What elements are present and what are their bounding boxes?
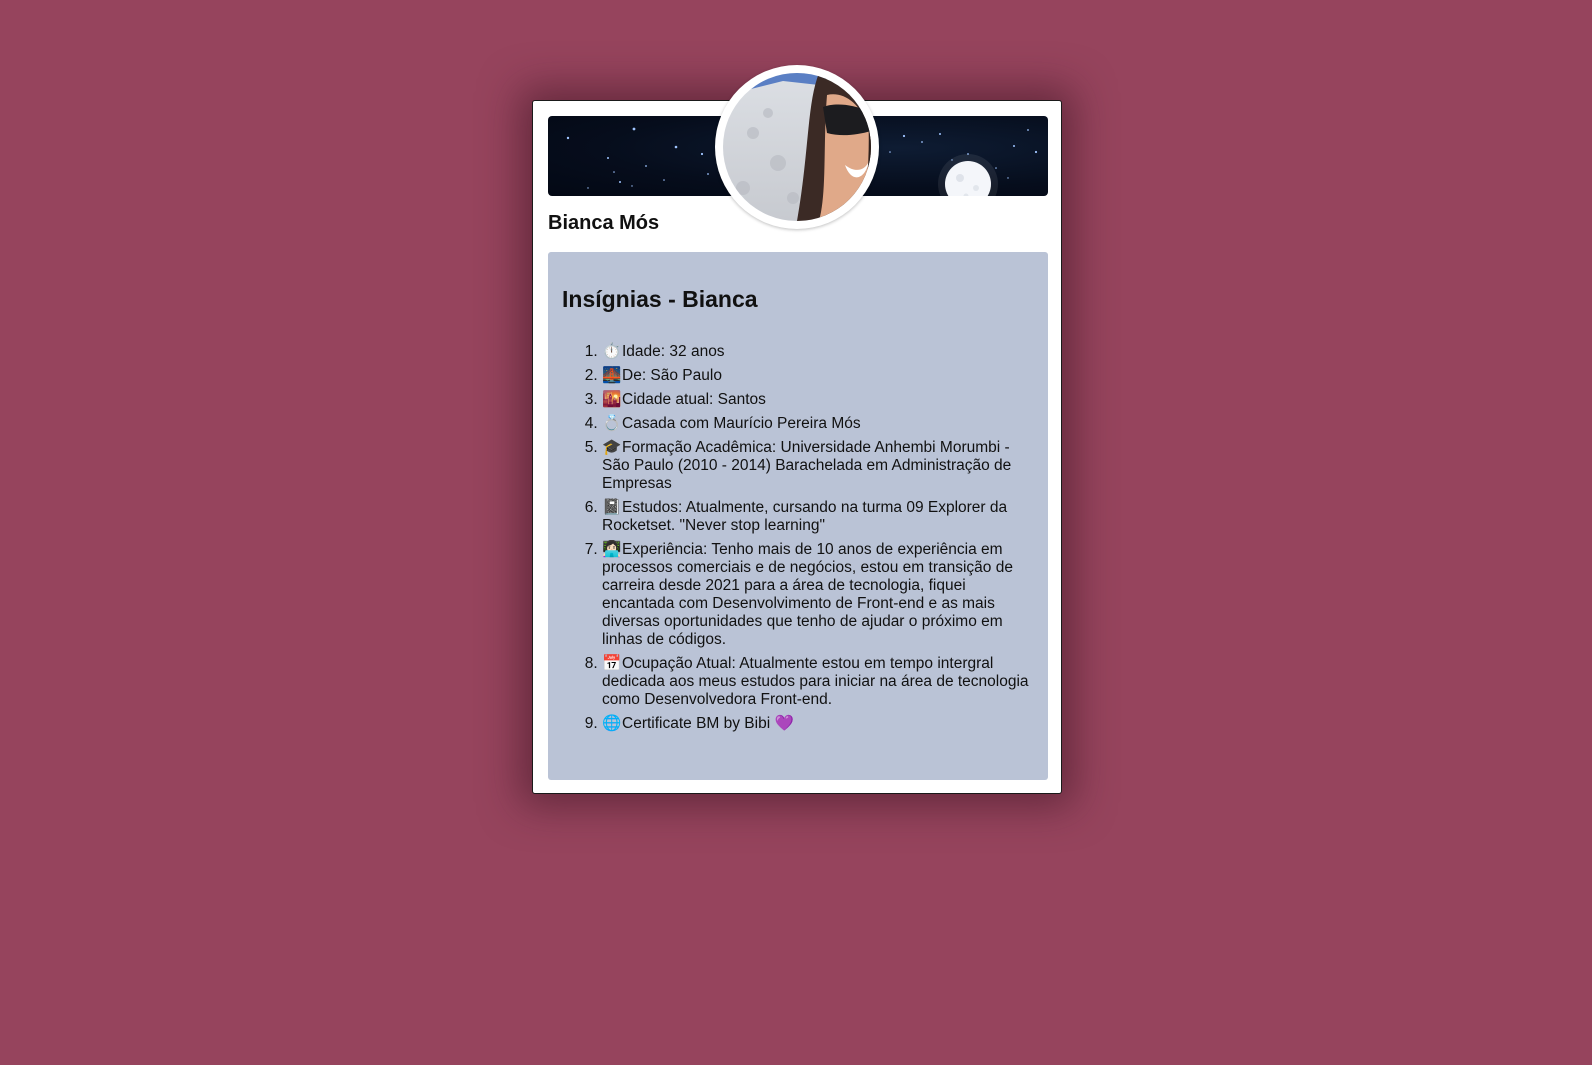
badge-item-education: 🎓Formação Acadêmica: Universidade Anhemb… <box>602 439 1034 493</box>
badge-text: Certificate BM by Bibi 💜 <box>622 715 794 732</box>
badge-item-occupation: 📅Ocupação Atual: Atualmente estou em tem… <box>602 655 1034 709</box>
badges-panel: Insígnias - Bianca ⏱️Idade: 32 anos 🌉De:… <box>548 252 1048 780</box>
badge-text: De: São Paulo <box>622 367 722 384</box>
badge-text: Idade: 32 anos <box>622 343 725 360</box>
badges-title: Insígnias - Bianca <box>562 286 758 312</box>
stopwatch-icon: ⏱️ <box>602 343 622 360</box>
graduation-cap-icon: 🎓 <box>602 439 622 456</box>
calendar-icon: 📅 <box>602 655 622 672</box>
profile-photo <box>723 73 871 221</box>
badge-text: Formação Acadêmica: Universidade Anhembi… <box>602 439 1012 492</box>
badge-item-married: 💍Casada com Maurício Pereira Mós <box>602 415 1034 433</box>
profile-card: Bianca Mós Insígnias - Bianca ⏱️Idade: 3… <box>532 65 1062 794</box>
badge-item-age: ⏱️Idade: 32 anos <box>602 343 1034 361</box>
badge-text: Ocupação Atual: Atualmente estou em temp… <box>602 655 1029 708</box>
badge-item-experience: 👩🏻‍💻Experiência: Tenho mais de 10 anos d… <box>602 541 1034 649</box>
badge-text: Casada com Maurício Pereira Mós <box>622 415 861 432</box>
badge-item-current-city: 🌇Cidade atual: Santos <box>602 391 1034 409</box>
avatar <box>715 65 879 229</box>
woman-technologist-icon: 👩🏻‍💻 <box>602 541 622 558</box>
badge-text: Experiência: Tenho mais de 10 anos de ex… <box>602 541 1013 648</box>
notebook-icon: 📓 <box>602 499 622 516</box>
badge-item-certificate: 🌐Certificate BM by Bibi 💜 <box>602 715 1034 733</box>
city-sunset-icon: 🌇 <box>602 391 622 408</box>
badges-list: ⏱️Idade: 32 anos 🌉De: São Paulo 🌇Cidade … <box>562 343 1034 733</box>
badge-text: Estudos: Atualmente, cursando na turma 0… <box>602 499 1008 534</box>
badge-item-studies: 📓Estudos: Atualmente, cursando na turma … <box>602 499 1034 535</box>
globe-icon: 🌐 <box>602 715 622 732</box>
badge-item-origin: 🌉De: São Paulo <box>602 367 1034 385</box>
badge-text: Cidade atual: Santos <box>622 391 766 408</box>
bridge-at-night-icon: 🌉 <box>602 367 622 384</box>
profile-name: Bianca Mós <box>548 212 660 234</box>
ring-icon: 💍 <box>602 415 622 432</box>
